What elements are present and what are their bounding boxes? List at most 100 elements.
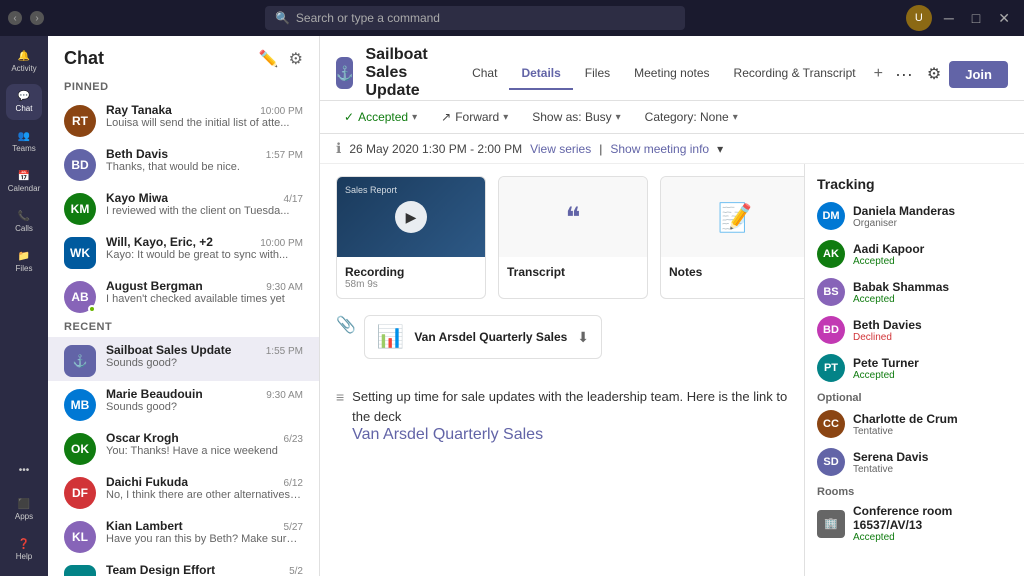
- room-info: Conference room 16537/AV/13 Accepted: [853, 504, 1012, 543]
- chat-item-oscar[interactable]: OK Oscar Krogh 6/23 You: Thanks! Have a …: [48, 425, 319, 469]
- sidebar-item-chat[interactable]: 💬 Chat: [6, 84, 42, 120]
- chat-panel-title: Chat: [64, 48, 104, 69]
- user-avatar[interactable]: U: [906, 5, 932, 31]
- filter-icon[interactable]: ⚙: [289, 49, 303, 69]
- chat-info-oscar: Oscar Krogh 6/23 You: Thanks! Have a nic…: [106, 431, 303, 457]
- title-bar: ‹ › 🔍 Search or type a command U ─ □ ✕: [0, 0, 1024, 36]
- more-icon: •••: [19, 465, 30, 476]
- message-link[interactable]: Van Arsdel Quarterly Sales: [352, 426, 543, 443]
- app-body: 🔔 Activity 💬 Chat 👥 Teams 📅 Calendar 📞 C…: [0, 36, 1024, 576]
- avatar-marie: MB: [64, 389, 96, 421]
- more-options-button[interactable]: ···: [889, 62, 919, 87]
- tab-meeting-notes[interactable]: Meeting notes: [622, 58, 721, 90]
- back-button[interactable]: ‹: [8, 11, 22, 25]
- chat-item-beth-davis[interactable]: BD Beth Davis 1:57 PM Thanks, that would…: [48, 141, 319, 185]
- sidebar-item-calls[interactable]: 📞 Calls: [6, 204, 42, 240]
- chat-item-kayo-miwa[interactable]: KM Kayo Miwa 4/17 I reviewed with the cl…: [48, 185, 319, 229]
- meeting-icon-symbol: ⚓: [336, 65, 353, 82]
- activity-icon: 🔔: [18, 51, 30, 62]
- transcript-card[interactable]: ❝ Transcript: [498, 176, 648, 299]
- recent-section-label: Recent: [48, 317, 319, 337]
- chat-preview: Louisa will send the initial list of att…: [106, 117, 303, 129]
- forward-icon: ↗: [441, 110, 451, 124]
- forward-chip[interactable]: ↗ Forward ▾: [433, 107, 516, 127]
- chat-item-ray-tanaka[interactable]: RT Ray Tanaka 10:00 PM Louisa will send …: [48, 97, 319, 141]
- tab-chat[interactable]: Chat: [460, 58, 509, 90]
- play-button[interactable]: ▶: [395, 201, 427, 233]
- sidebar-label-files: Files: [16, 264, 33, 273]
- chat-info-sailboat: Sailboat Sales Update 1:55 PM Sounds goo…: [106, 343, 303, 369]
- recording-duration: 58m 9s: [345, 279, 477, 290]
- sidebar-item-calendar[interactable]: 📅 Calendar: [6, 164, 42, 200]
- chat-preview: Kayo: It would be great to sync with...: [106, 249, 303, 261]
- chat-time: 9:30 AM: [266, 282, 303, 293]
- forward-button[interactable]: ›: [30, 11, 44, 25]
- chat-item-kian[interactable]: KL Kian Lambert 5/27 Have you ran this b…: [48, 513, 319, 557]
- avatar-babak: BS: [817, 278, 845, 306]
- details-bar: ✓ Accepted ▾ ↗ Forward ▾ Show as: Busy ▾…: [320, 101, 1024, 134]
- category-chip[interactable]: Category: None ▾: [637, 107, 746, 127]
- forward-label: Forward: [455, 110, 499, 124]
- join-button[interactable]: Join: [949, 61, 1008, 88]
- compose-icon[interactable]: ✏️: [259, 49, 279, 69]
- chat-time: 9:30 AM: [266, 390, 303, 401]
- chat-time: 10:00 PM: [260, 238, 303, 249]
- main-content: ⚓ Sailboat Sales Update Chat Details Fil…: [320, 36, 1024, 576]
- accepted-chip[interactable]: ✓ Accepted ▾: [336, 107, 425, 127]
- download-icon[interactable]: ⬇: [577, 329, 589, 346]
- person-status: Declined: [853, 332, 922, 343]
- recording-card-body: Recording 58m 9s: [337, 257, 485, 298]
- person-name: Pete Turner: [853, 356, 919, 370]
- avatar-aadi: AK: [817, 240, 845, 268]
- person-status: Organiser: [853, 218, 955, 229]
- tab-recording[interactable]: Recording & Transcript: [722, 58, 868, 90]
- search-bar[interactable]: 🔍 Search or type a command: [265, 6, 685, 30]
- transcript-icon: ❝: [565, 201, 580, 234]
- meeting-tabs: Chat Details Files Meeting notes Recordi…: [460, 57, 1008, 91]
- chat-item-team-design[interactable]: TD Team Design Effort 5/2 Reta: Let's se…: [48, 557, 319, 576]
- recording-card[interactable]: Sales Report ▶ Recording 58m 9s: [336, 176, 486, 299]
- pipe-separator: |: [599, 142, 602, 156]
- chevron-down-icon: ▾: [503, 112, 508, 123]
- show-meeting-info[interactable]: Show meeting info: [610, 142, 709, 156]
- chat-item-marie[interactable]: MB Marie Beaudouin 9:30 AM Sounds good?: [48, 381, 319, 425]
- person-status: Accepted: [853, 370, 919, 381]
- sidebar-item-activity[interactable]: 🔔 Activity: [6, 44, 42, 80]
- meeting-datetime: 26 May 2020 1:30 PM - 2:00 PM: [349, 142, 522, 156]
- sidebar-item-more[interactable]: •••: [6, 452, 42, 488]
- minimize-button[interactable]: ─: [938, 10, 960, 26]
- chat-item-daichi[interactable]: DF Daichi Fukuda 6/12 No, I think there …: [48, 469, 319, 513]
- chevron-down-icon: ▾: [733, 112, 738, 123]
- chat-info-team-design: Team Design Effort 5/2 Reta: Let's set u…: [106, 563, 303, 576]
- file-attachment[interactable]: 📊 Van Arsdel Quarterly Sales ⬇: [364, 315, 602, 359]
- sidebar-item-teams[interactable]: 👥 Teams: [6, 124, 42, 160]
- close-button[interactable]: ✕: [992, 10, 1016, 27]
- chat-item-sailboat[interactable]: ⚓ Sailboat Sales Update 1:55 PM Sounds g…: [48, 337, 319, 381]
- tracking-person-pete: PT Pete Turner Accepted: [817, 354, 1012, 382]
- chat-item-will-group[interactable]: WK Will, Kayo, Eric, +2 10:00 PM Kayo: I…: [48, 229, 319, 273]
- tab-details[interactable]: Details: [509, 58, 572, 90]
- show-as-label: Show as: Busy: [532, 110, 611, 124]
- expand-icon: ▾: [717, 142, 723, 156]
- avatar-sailboat: ⚓: [64, 345, 96, 377]
- chat-icon: 💬: [18, 91, 30, 102]
- show-as-chip[interactable]: Show as: Busy ▾: [524, 107, 628, 127]
- settings-button[interactable]: ⚙: [927, 64, 941, 84]
- sidebar-label-teams: Teams: [12, 144, 36, 153]
- notes-card[interactable]: 📝 Notes: [660, 176, 804, 299]
- sidebar-item-apps[interactable]: ⬛ Apps: [6, 492, 42, 528]
- chat-info-august-bergman: August Bergman 9:30 AM I haven't checked…: [106, 279, 303, 305]
- chat-preview: I reviewed with the client on Tuesda...: [106, 205, 303, 217]
- content-main: Sales Report ▶ Recording 58m 9s ❝: [320, 164, 804, 576]
- chat-item-august-bergman[interactable]: AB August Bergman 9:30 AM I haven't chec…: [48, 273, 319, 317]
- tab-add-button[interactable]: +: [868, 57, 889, 91]
- person-info-charlotte: Charlotte de Crum Tentative: [853, 412, 958, 437]
- category-label: Category: None: [645, 110, 729, 124]
- sidebar-item-help[interactable]: ❓ Help: [6, 532, 42, 568]
- sidebar-item-files[interactable]: 📁 Files: [6, 244, 42, 280]
- tab-files[interactable]: Files: [573, 58, 622, 90]
- meeting-title: Sailboat Sales Update: [365, 46, 440, 100]
- room-status: Accepted: [853, 532, 1012, 543]
- maximize-button[interactable]: □: [966, 10, 986, 26]
- view-series-link[interactable]: View series: [530, 142, 591, 156]
